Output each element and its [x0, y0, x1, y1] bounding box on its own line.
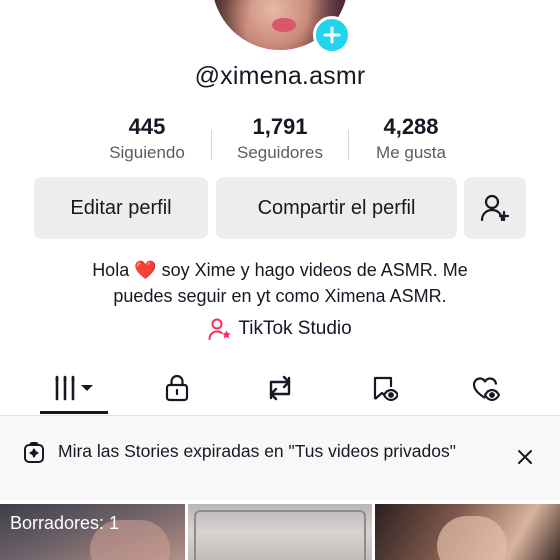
- active-tab-indicator: [40, 411, 108, 414]
- tab-private[interactable]: [152, 360, 202, 416]
- stat-followers[interactable]: 1,791 Seguidores: [205, 114, 355, 163]
- username: @ximena.asmr: [194, 62, 366, 90]
- profile-tabs: [0, 360, 560, 416]
- plus-icon: [323, 26, 341, 44]
- lock-icon: [165, 374, 189, 402]
- tab-reposts[interactable]: [255, 360, 305, 416]
- add-user-icon: [480, 194, 510, 222]
- stories-banner-icon-wrap: [22, 441, 46, 470]
- share-profile-button[interactable]: Compartir el perfil: [216, 177, 457, 239]
- story-sparkle-icon: [24, 442, 44, 463]
- grid-bars-icon: [55, 375, 93, 401]
- stat-likes[interactable]: 4,288 Me gusta: [336, 114, 486, 163]
- close-banner-button[interactable]: [516, 448, 534, 471]
- bio-text: soy Xime y hago videos de ASMR. Me: [156, 260, 468, 280]
- tab-liked[interactable]: [461, 360, 511, 416]
- add-story-button[interactable]: [313, 16, 351, 54]
- grid-item-video[interactable]: [188, 504, 372, 560]
- thumbnail-detail: [194, 510, 366, 560]
- tab-videos[interactable]: [40, 360, 108, 416]
- stat-label: Me gusta: [376, 143, 446, 162]
- tiktok-studio-link[interactable]: TikTok Studio: [0, 318, 560, 340]
- edit-profile-button[interactable]: Editar perfil: [34, 177, 208, 239]
- close-icon: [518, 450, 532, 464]
- profile-bio: Hola ❤️ soy Xime y hago videos de ASMR. …: [0, 257, 560, 309]
- stat-value: 4,288: [383, 114, 439, 139]
- stat-label: Seguidores: [236, 143, 323, 162]
- studio-person-star-icon: [208, 318, 232, 340]
- repost-icon: [269, 375, 291, 401]
- stat-value: 1,791: [252, 114, 308, 139]
- studio-label: TikTok Studio: [238, 318, 352, 339]
- thumbnail-detail: [437, 516, 507, 560]
- stat-label: Siguiendo: [109, 143, 185, 162]
- heart-eye-icon: [472, 377, 501, 402]
- stories-banner-text: Mira las Stories expiradas en "Tus video…: [58, 441, 456, 461]
- heart-emoji: ❤️: [134, 260, 157, 280]
- bookmark-eye-icon: [373, 376, 398, 402]
- grid-item-video[interactable]: [375, 504, 560, 560]
- add-friends-button[interactable]: [464, 177, 526, 239]
- drafts-label: Borradores: 1: [10, 513, 120, 533]
- stat-following[interactable]: 445 Siguiendo: [72, 114, 222, 163]
- bio-text: Hola: [92, 260, 135, 280]
- bio-line-1: Hola ❤️ soy Xime y hago videos de ASMR. …: [0, 257, 560, 283]
- stat-value: 445: [128, 114, 166, 139]
- tab-favorites[interactable]: [359, 360, 409, 416]
- bio-line-2: puedes seguir en yt como Ximena ASMR.: [113, 286, 447, 306]
